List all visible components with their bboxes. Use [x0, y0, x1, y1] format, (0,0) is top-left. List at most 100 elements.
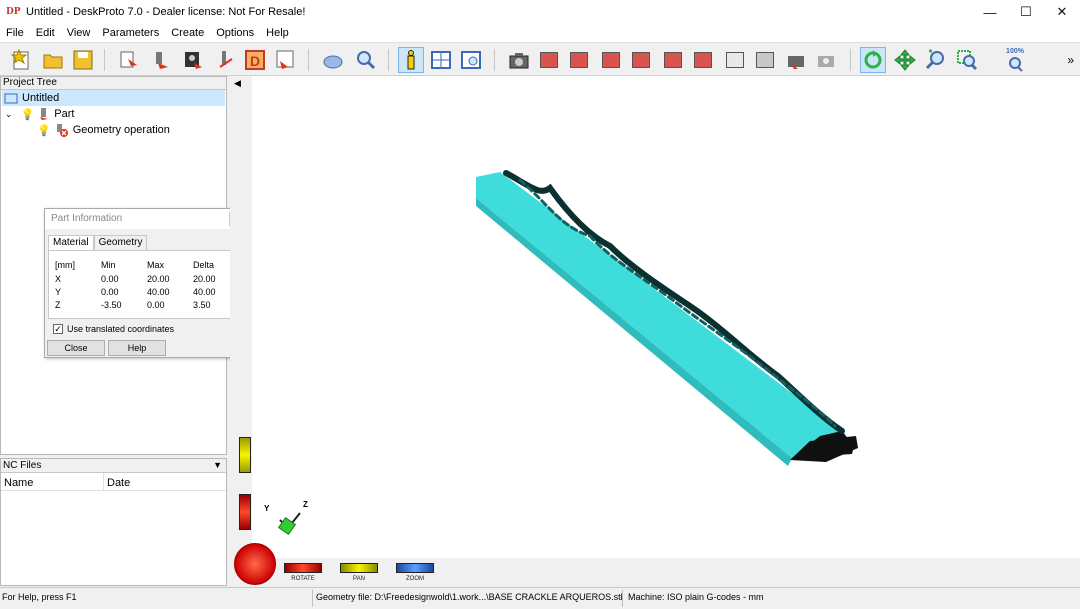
tab-geometry[interactable]: Geometry — [93, 235, 148, 250]
menu-parameters[interactable]: Parameters — [96, 27, 165, 39]
column-date[interactable]: Date — [107, 477, 130, 489]
menu-file[interactable]: File — [0, 27, 30, 39]
operation-icon — [156, 52, 168, 69]
zoom-mode-button[interactable] — [922, 47, 948, 73]
dialog-help-button[interactable]: Help — [108, 340, 166, 356]
row-y-label: Y — [55, 287, 62, 297]
menu-view[interactable]: View — [61, 27, 97, 39]
close-button[interactable]: ✕ — [1044, 0, 1080, 24]
menu-create[interactable]: Create — [165, 27, 210, 39]
minimize-button[interactable]: — — [972, 0, 1008, 24]
tree-item-part[interactable]: ⌄ 💡 Part — [5, 106, 74, 122]
design-button[interactable]: D — [242, 47, 268, 73]
rotate-speed-slider[interactable] — [239, 494, 251, 530]
folder-open-icon — [43, 54, 63, 69]
toolpath-button[interactable] — [212, 47, 238, 73]
column-name[interactable]: Name — [4, 477, 33, 489]
zoom-fit-icon — [1009, 57, 1023, 72]
write-nc-button[interactable] — [272, 47, 298, 73]
cube-bottom-icon — [726, 52, 744, 68]
toolbar-separator — [308, 49, 309, 71]
part-info-button[interactable] — [398, 47, 424, 73]
maximize-button[interactable]: ☐ — [1008, 0, 1044, 24]
view-wireframe-button[interactable] — [752, 47, 778, 73]
status-help: For Help, press F1 — [2, 592, 77, 602]
layout-button[interactable] — [428, 47, 454, 73]
save-icon — [73, 50, 93, 70]
zoom-100-button[interactable]: 100% — [1002, 47, 1028, 73]
status-divider — [622, 590, 623, 607]
model-canvas — [277, 170, 858, 536]
pan-control[interactable] — [340, 563, 378, 573]
svg-text:D: D — [250, 53, 260, 69]
title-bar: DP Untitled - DeskProto 7.0 - Dealer lic… — [0, 0, 1080, 24]
row-y-max: 40.00 — [147, 287, 170, 297]
axis-indicator — [277, 512, 301, 536]
d-letter-icon: D — [245, 50, 265, 70]
tab-material[interactable]: Material — [48, 235, 94, 250]
menu-options[interactable]: Options — [210, 27, 260, 39]
translated-coordinates-label: Use translated coordinates — [67, 324, 175, 334]
zoom-window-button[interactable] — [954, 47, 980, 73]
simulation-button[interactable] — [320, 47, 346, 73]
rotate-dial[interactable] — [234, 543, 276, 585]
view-bottom-button[interactable] — [722, 47, 748, 73]
view-back-button[interactable] — [690, 47, 716, 73]
zoom-control[interactable] — [396, 563, 434, 573]
cube-wireframe-icon — [756, 52, 774, 68]
toolbar-overflow-icon[interactable]: » — [1067, 53, 1074, 67]
bitmap-operation-button[interactable] — [180, 47, 206, 73]
part-icon — [120, 51, 137, 68]
rotate-control[interactable] — [284, 563, 322, 573]
pan-speed-slider[interactable] — [239, 437, 251, 473]
previous-view-button[interactable] — [784, 47, 810, 73]
zoom-control-label: ZOOM — [406, 576, 424, 582]
camera-view-button[interactable] — [506, 47, 532, 73]
add-part-button[interactable] — [116, 47, 142, 73]
model-top-face — [476, 172, 852, 458]
rotate-icon — [864, 50, 882, 69]
status-machine: Machine: ISO plain G-codes - mm — [628, 592, 764, 602]
part-icon — [40, 108, 49, 120]
cube-top-icon — [570, 52, 588, 68]
tool-icon — [219, 51, 233, 68]
tree-item-untitled[interactable]: Untitled — [2, 90, 225, 106]
dialog-title-bar: Part Information — [45, 209, 245, 229]
menu-edit[interactable]: Edit — [30, 27, 61, 39]
open-project-button[interactable] — [40, 47, 66, 73]
menu-help[interactable]: Help — [260, 27, 295, 39]
camera-icon — [509, 53, 529, 69]
new-project-button[interactable] — [8, 47, 34, 73]
translated-coordinates-checkbox[interactable]: ✓ — [53, 324, 63, 334]
view-iso-button[interactable] — [536, 47, 562, 73]
row-x-max: 20.00 — [147, 274, 170, 284]
view-left-button[interactable] — [628, 47, 654, 73]
nc-files-title: NC Files — [3, 460, 42, 471]
nc-files-panel: NC Files ▼ Name Date — [0, 458, 227, 586]
dialog-close-text-button[interactable]: Close — [47, 340, 105, 356]
view-right-button[interactable] — [660, 47, 686, 73]
axis-z-label: Z — [303, 500, 308, 509]
tree-item-geometry-operation[interactable]: 💡 Geometry operation — [37, 122, 170, 138]
preview-button[interactable] — [352, 47, 378, 73]
toolbar-separator — [388, 49, 389, 71]
3d-viewport[interactable]: ◀ Y Z ROTATE PAN ZOOM — [230, 76, 1080, 587]
nc-files-header: NC Files ▼ — [1, 459, 226, 473]
pan-arrows-icon — [894, 49, 916, 71]
next-view-button[interactable] — [814, 47, 840, 73]
toolbar-separator — [494, 49, 495, 71]
save-project-button[interactable] — [70, 47, 96, 73]
view-front-button[interactable] — [598, 47, 624, 73]
lightbulb-icon: 💡 — [37, 124, 51, 137]
pan-mode-button[interactable] — [892, 47, 918, 73]
add-operation-button[interactable] — [148, 47, 174, 73]
translated-coordinates-option[interactable]: ✓ Use translated coordinates — [53, 324, 174, 334]
view-options-button[interactable] — [458, 47, 484, 73]
rotate-mode-button[interactable] — [860, 47, 886, 73]
row-x-delta: 20.00 — [193, 274, 216, 284]
cube-iso-icon — [540, 52, 558, 68]
column-divider — [103, 473, 104, 491]
row-z-delta: 3.50 — [193, 300, 211, 310]
dropdown-arrow-icon[interactable]: ▼ — [213, 459, 222, 472]
view-top-button[interactable] — [566, 47, 592, 73]
